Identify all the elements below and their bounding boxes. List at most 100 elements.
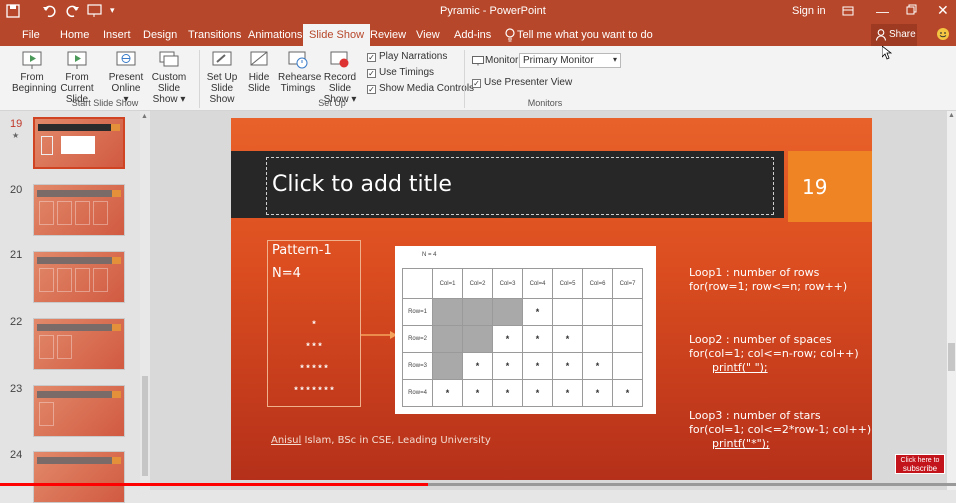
thumbnail-slide-21[interactable] (33, 251, 125, 303)
custom-slide-show-button[interactable]: Custom Slide Show ▾ (143, 50, 195, 105)
smiley-feedback-icon[interactable] (936, 27, 950, 41)
space-cell (432, 298, 463, 326)
group-separator (464, 50, 465, 108)
thumbnail-slide-20[interactable] (33, 184, 125, 236)
from-beginning-button[interactable]: From Beginning (12, 50, 56, 94)
scroll-up-icon[interactable]: ▲ (141, 113, 148, 120)
thumbnail-number: 20 (10, 184, 23, 196)
hide-slide-button[interactable]: Hide Slide (245, 50, 273, 94)
tab-review[interactable]: Review (364, 24, 412, 46)
thumbnail-slide-19[interactable] (33, 117, 125, 169)
tab-add-ins[interactable]: Add-ins (448, 24, 497, 46)
space-cell (462, 325, 493, 353)
tab-insert[interactable]: Insert (97, 24, 137, 46)
redo-icon[interactable] (66, 4, 80, 18)
thumb-title-bar (38, 124, 114, 131)
ribbon-display-icon[interactable] (842, 5, 854, 17)
video-progress-fill[interactable] (0, 483, 429, 486)
tab-file[interactable]: File (16, 24, 46, 46)
scrollbar-thumb[interactable] (142, 376, 148, 476)
group-label-start-slide-show: Start Slide Show (71, 98, 139, 108)
restore-icon[interactable] (906, 4, 918, 16)
thumb-pattern-box (41, 136, 53, 155)
star-icon: ★ (12, 131, 20, 140)
from-current-slide-button[interactable]: From Current Slide (52, 50, 102, 105)
thumb-column (93, 201, 108, 225)
thumbnail-slide-24[interactable] (33, 451, 125, 503)
tab-view[interactable]: View (410, 24, 446, 46)
use-timings-checkbox[interactable]: ✓ Use Timings (367, 67, 434, 78)
thumbnail-slide-22[interactable] (33, 318, 125, 370)
pyramid-row: * * * (306, 341, 322, 351)
table-col-header: Col=4 (522, 268, 553, 299)
thumb-number-box (112, 324, 121, 331)
checkbox-checked-icon: ✓ (367, 69, 376, 78)
use-presenter-view-checkbox[interactable]: ✓ Use Presenter View (472, 77, 572, 88)
table-row: Row=2 * * * (402, 325, 643, 353)
thumbnail-number: 21 (10, 249, 23, 261)
rehearse-timings-button[interactable]: Rehearse Timings (278, 50, 321, 94)
thumb-column (57, 335, 72, 359)
thumb-title-bar (37, 257, 113, 264)
arrow-icon (361, 326, 397, 339)
subscribe-button[interactable]: Click here to subscribe (895, 454, 945, 474)
record-slide-show-button[interactable]: Record Slide Show ▾ (316, 50, 364, 105)
slide-19[interactable]: Click to add title 19 Pattern-1 N=4 * * … (231, 118, 872, 480)
pattern-grid-table: Col=1 Col=2 Col=3 Col=4 Col=5 Col=6 Col=… (402, 268, 643, 407)
tab-transitions[interactable]: Transitions (182, 24, 247, 46)
star-cell: * (582, 379, 613, 407)
close-icon[interactable]: ✕ (937, 2, 949, 19)
thumb-number-box (111, 124, 120, 131)
empty-cell (582, 298, 613, 326)
star-cell: * (522, 352, 553, 380)
signin-link[interactable]: Sign in (792, 5, 826, 17)
title-placeholder[interactable]: Click to add title (266, 157, 774, 215)
title-bar: ▾ Pyramic - PowerPoint Sign in — ✕ (0, 0, 956, 24)
slide-thumbnails-pane: 19 ★ 20 21 22 23 24 (0, 111, 150, 503)
tab-design[interactable]: Design (137, 24, 183, 46)
table-row-header: Row=4 (402, 379, 433, 407)
monitor-select[interactable]: Primary Monitor ▾ (519, 53, 621, 68)
table-row: Row=4 * * * * * * * (402, 379, 643, 407)
thumb-column (93, 268, 108, 292)
scroll-up-icon[interactable]: ▲ (948, 112, 955, 119)
table-row-header: Row=2 (402, 325, 433, 353)
monitor-label: Monitor: (485, 55, 522, 66)
monitor-select-value: Primary Monitor (523, 55, 594, 66)
tab-slide-show[interactable]: Slide Show (303, 24, 371, 46)
stopwatch-icon (287, 50, 309, 70)
star-cell: * (552, 352, 583, 380)
undo-icon[interactable] (42, 4, 56, 18)
pyramid-row: * * * * * (300, 363, 328, 373)
present-from-beginning-icon[interactable] (87, 4, 103, 18)
table-col-header: Col=6 (582, 268, 613, 299)
show-media-controls-checkbox[interactable]: ✓ Show Media Controls (367, 83, 474, 94)
tab-animations[interactable]: Animations (242, 24, 308, 46)
table-col-header: Col=5 (552, 268, 583, 299)
thumb-column (39, 402, 54, 426)
tell-me-search[interactable]: Tell me what you want to do (511, 24, 659, 46)
tab-home[interactable]: Home (54, 24, 95, 46)
space-cell (432, 352, 463, 380)
minimize-icon[interactable]: — (876, 4, 889, 19)
customize-qat-icon[interactable]: ▾ (110, 5, 115, 16)
loop3-text: Loop3 : number of stars for(col=1; col<=… (689, 409, 872, 450)
thumbnail-slide-23[interactable] (33, 385, 125, 437)
canvas-scrollbar[interactable]: ▲ (947, 111, 956, 490)
save-icon[interactable] (6, 4, 20, 18)
ribbon-tabs: File Home Insert Design Transitions Anim… (0, 24, 956, 46)
present-online-button[interactable]: Present Online ▾ (108, 50, 144, 105)
table-col-header: Col=1 (432, 268, 463, 299)
setup-show-icon (211, 50, 233, 70)
star-cell: * (552, 379, 583, 407)
thumbnail-scrollbar[interactable]: ▲ (140, 111, 150, 490)
star-cell: * (612, 379, 643, 407)
setup-slide-show-button[interactable]: Set Up Slide Show (201, 50, 243, 105)
play-narrations-checkbox[interactable]: ✓ Play Narrations (367, 51, 447, 62)
scrollbar-thumb[interactable] (948, 343, 955, 371)
table-row: Row=3 * * * * * (402, 352, 643, 380)
thumb-column (39, 201, 54, 225)
thumb-title-bar (37, 190, 113, 197)
share-button[interactable]: Share (871, 24, 917, 46)
table-row-header: Row=1 (402, 298, 433, 326)
